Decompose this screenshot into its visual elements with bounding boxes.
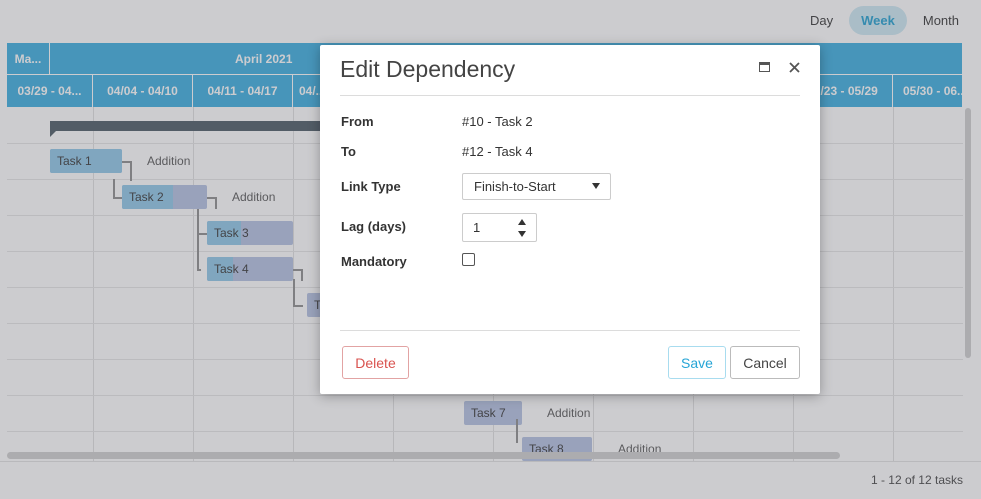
maximize-icon[interactable] — [756, 59, 772, 75]
link-type-label: Link Type — [341, 179, 401, 194]
lag-stepper[interactable]: 1 — [462, 213, 537, 242]
edit-dependency-dialog: Edit Dependency From #10 - Task 2 To #12… — [320, 45, 820, 394]
dialog-footer-divider — [340, 330, 800, 331]
dialog-title: Edit Dependency — [340, 56, 516, 82]
from-label: From — [341, 114, 374, 129]
lag-label: Lag (days) — [341, 219, 407, 234]
spin-up-icon[interactable] — [518, 219, 526, 225]
delete-button[interactable]: Delete — [342, 346, 409, 379]
spin-down-icon[interactable] — [518, 231, 526, 237]
dialog-divider — [340, 95, 800, 96]
save-button[interactable]: Save — [668, 346, 726, 379]
to-label: To — [341, 144, 356, 159]
mandatory-label: Mandatory — [341, 254, 407, 269]
cancel-button[interactable]: Cancel — [730, 346, 800, 379]
caret-down-icon — [592, 183, 600, 189]
link-type-dropdown[interactable]: Finish-to-Start — [462, 173, 611, 200]
from-value: #10 - Task 2 — [462, 114, 533, 129]
to-value: #12 - Task 4 — [462, 144, 533, 159]
close-icon[interactable] — [786, 59, 802, 75]
mandatory-checkbox[interactable] — [462, 253, 475, 266]
link-type-value: Finish-to-Start — [474, 179, 556, 194]
dialog-actions — [756, 59, 802, 75]
lag-value: 1 — [473, 220, 481, 235]
